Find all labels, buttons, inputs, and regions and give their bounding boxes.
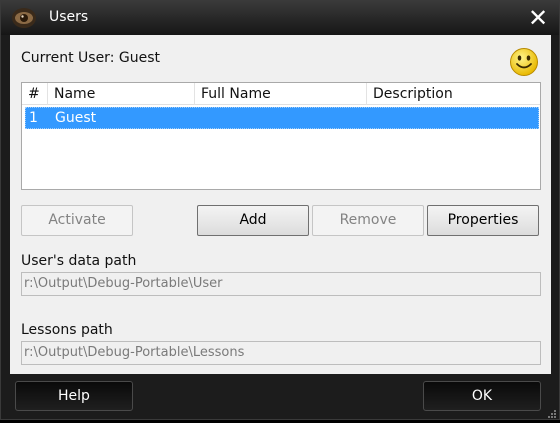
column-header-full-name[interactable]: Full Name (195, 83, 367, 105)
add-button[interactable]: Add (197, 205, 309, 236)
remove-button[interactable]: Remove (312, 205, 424, 236)
users-list[interactable]: # Name Full Name Description 1 Guest (21, 82, 541, 190)
help-button[interactable]: Help (15, 381, 133, 411)
list-row-guest[interactable]: 1 Guest (25, 107, 539, 129)
close-button[interactable]: ✕ (523, 3, 553, 33)
column-header-description[interactable]: Description (367, 83, 540, 105)
properties-button[interactable]: Properties (427, 205, 539, 236)
row-number: 1 (29, 110, 38, 126)
smiley-icon (509, 47, 539, 77)
column-header-name[interactable]: Name (48, 83, 195, 105)
current-user-label: Current User: Guest (21, 50, 160, 66)
lessons-path-field[interactable]: r:\Output\Debug-Portable\Lessons (21, 341, 541, 365)
column-header-number[interactable]: # (22, 83, 48, 105)
activate-button[interactable]: Activate (21, 205, 133, 236)
dialog-body: Current User: Guest # Name Full Name Des… (10, 35, 551, 374)
data-path-field[interactable]: r:\Output\Debug-Portable\User (21, 272, 541, 296)
resize-grip-icon[interactable] (547, 407, 557, 418)
ok-button[interactable]: OK (423, 381, 541, 411)
list-header: # Name Full Name Description (22, 83, 540, 105)
window-title: Users (49, 9, 89, 25)
data-path-label: User's data path (21, 253, 137, 269)
title-bar[interactable]: Users ✕ (1, 1, 559, 35)
users-dialog: Users ✕ Current User: Guest # Name Full … (0, 0, 560, 420)
app-eye-icon (11, 6, 37, 30)
lessons-path-label: Lessons path (21, 322, 113, 338)
row-name: Guest (55, 110, 97, 126)
